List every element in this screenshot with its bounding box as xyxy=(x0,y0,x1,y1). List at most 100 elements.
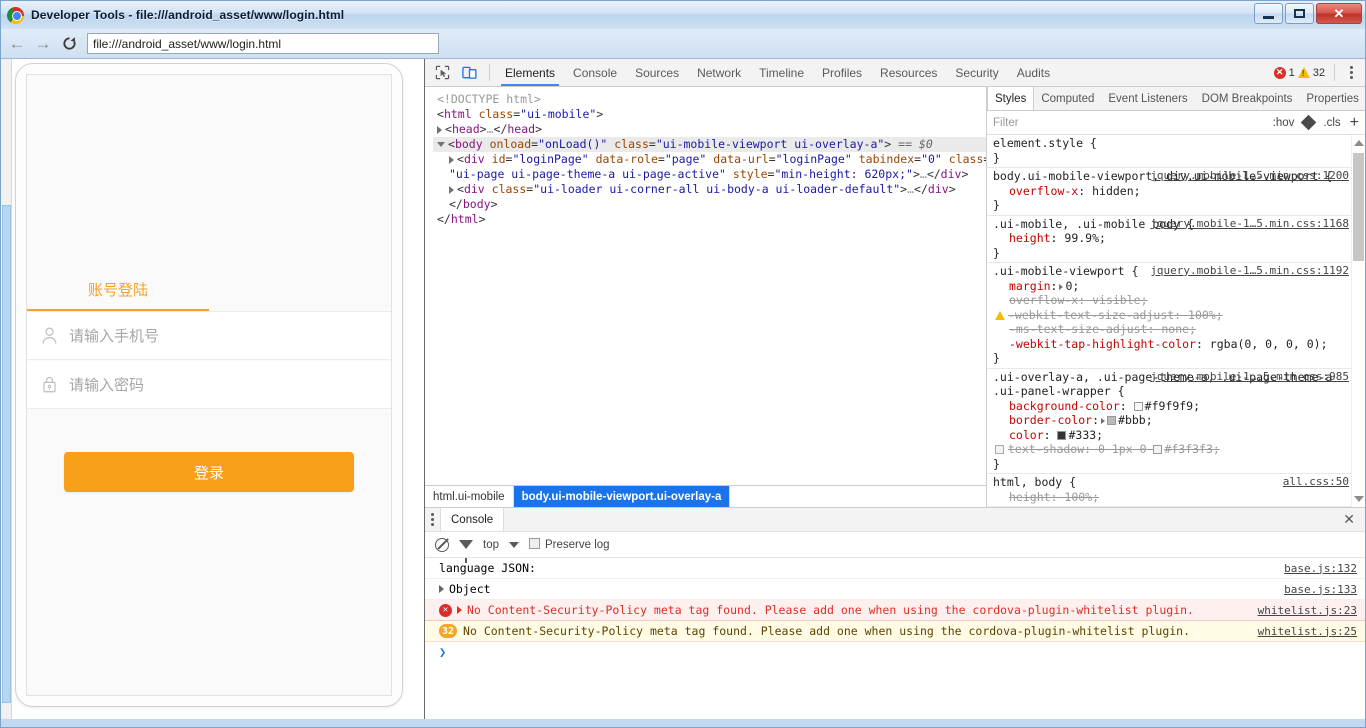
style-rule[interactable]: .ui-mobile-viewport { jquery.mobile-1…5.… xyxy=(987,263,1365,369)
style-declaration[interactable]: height: 99.9%; xyxy=(993,231,1349,246)
console-message-error[interactable]: ✕ No Content-Security-Policy meta tag fo… xyxy=(425,600,1365,621)
tab-resources[interactable]: Resources xyxy=(871,59,946,86)
back-icon[interactable]: ← xyxy=(5,32,29,56)
color-swatch[interactable] xyxy=(1057,430,1067,440)
style-rule[interactable]: element.style { } xyxy=(987,135,1365,168)
styles-scrollbar[interactable] xyxy=(1351,135,1365,507)
maximize-button[interactable] xyxy=(1285,3,1314,24)
tab-properties[interactable]: Properties xyxy=(1299,87,1365,110)
style-declaration[interactable]: overflow-x: visible; xyxy=(993,293,1349,308)
styles-rule-list[interactable]: element.style { } body.ui-mobile-viewpor… xyxy=(987,135,1365,507)
style-declaration[interactable]: color: #333; xyxy=(993,428,1349,443)
tab-computed[interactable]: Computed xyxy=(1034,87,1101,110)
chevron-down-icon[interactable] xyxy=(509,541,519,548)
dom-line[interactable]: <div class="ui-loader ui-corner-all ui-b… xyxy=(433,182,986,197)
minimize-button[interactable] xyxy=(1254,3,1283,24)
console-source-link[interactable]: whitelist.js:25 xyxy=(1258,625,1357,638)
dom-line[interactable]: <!DOCTYPE html> xyxy=(433,92,986,107)
toggle-device-toolbar-icon[interactable] xyxy=(456,60,483,86)
drawer-close-icon[interactable]: ✕ xyxy=(1333,511,1365,528)
expand-arrow-icon[interactable] xyxy=(449,155,454,164)
preserve-log-toggle[interactable]: Preserve log xyxy=(529,538,610,551)
style-origin-link[interactable]: all.css:50 xyxy=(1283,475,1349,490)
style-origin-link[interactable]: jquery.mobile-1….5.min.css:985 xyxy=(1150,370,1349,385)
viewport-scrollbar-thumb[interactable] xyxy=(2,205,11,703)
filter-icon[interactable] xyxy=(459,540,473,563)
scroll-down-icon[interactable] xyxy=(1354,496,1364,502)
error-count-badge[interactable]: ✕ 1 xyxy=(1273,66,1295,79)
style-origin-link[interactable]: jquery.mobile-1…5.min.css:1200 xyxy=(1150,169,1349,184)
password-field[interactable]: 请输入密码 xyxy=(27,361,391,409)
style-declaration[interactable]: background-color: #f9f9f9; xyxy=(993,399,1349,414)
tab-styles[interactable]: Styles xyxy=(987,87,1035,110)
color-swatch[interactable] xyxy=(1153,445,1163,454)
tab-account-login[interactable]: 账号登陆 xyxy=(27,279,209,311)
color-swatch[interactable] xyxy=(1107,416,1117,425)
style-rule[interactable]: html, body { all.css:50 height: 100%; xyxy=(987,474,1365,507)
console-message[interactable]: Object base.js:133 xyxy=(425,579,1365,600)
dom-line-selected[interactable]: <body onload="onLoad()" class="ui-mobile… xyxy=(433,137,986,152)
console-context-label[interactable]: top xyxy=(483,539,499,551)
expand-shorthand-icon[interactable] xyxy=(1101,418,1106,424)
viewport-scrollbar[interactable] xyxy=(1,59,12,719)
inspect-element-icon[interactable] xyxy=(429,60,456,86)
new-style-rule-icon[interactable] xyxy=(1301,114,1317,131)
preserve-log-checkbox[interactable] xyxy=(529,538,540,549)
styles-scrollbar-thumb[interactable] xyxy=(1353,153,1364,261)
drawer-more-icon[interactable] xyxy=(425,513,440,526)
clear-console-icon[interactable] xyxy=(435,537,449,552)
console-message-list[interactable]: language JSON: base.js:132 Object base.j… xyxy=(425,558,1365,719)
console-source-link[interactable]: base.js:133 xyxy=(1284,583,1357,596)
style-declaration[interactable]: border-color: #bbb; xyxy=(993,413,1349,428)
forward-icon[interactable]: → xyxy=(31,32,55,56)
dom-line[interactable]: <html class="ui-mobile"> xyxy=(433,107,986,122)
hov-toggle[interactable]: :hov xyxy=(1273,117,1295,129)
drawer-tab-console[interactable]: Console xyxy=(440,508,505,531)
declaration-checkbox[interactable] xyxy=(995,445,1004,454)
expand-arrow-icon[interactable] xyxy=(437,125,442,134)
tab-console[interactable]: Console xyxy=(564,59,626,86)
add-rule-icon[interactable]: + xyxy=(1350,114,1359,130)
style-origin-link[interactable]: jquery.mobile-1…5.min.css:1168 xyxy=(1150,217,1349,232)
dom-line[interactable]: <head>…</head> xyxy=(433,122,986,137)
console-source-link[interactable]: base.js:132 xyxy=(1284,562,1357,575)
tab-security[interactable]: Security xyxy=(946,59,1007,86)
style-declaration[interactable]: height: 100%; xyxy=(993,490,1349,505)
style-declaration[interactable]: -webkit-tap-highlight-color: rgba(0, 0, … xyxy=(993,337,1349,352)
tab-network[interactable]: Network xyxy=(688,59,750,86)
collapse-arrow-icon[interactable] xyxy=(437,142,445,147)
tab-timeline[interactable]: Timeline xyxy=(750,59,813,86)
expand-arrow-icon[interactable] xyxy=(457,606,462,614)
tab-elements[interactable]: Elements xyxy=(496,59,564,86)
console-prompt[interactable]: ❯ xyxy=(425,642,1365,662)
dom-tree[interactable]: <!DOCTYPE html> <html class="ui-mobile">… xyxy=(425,87,986,485)
dom-line[interactable]: </html> xyxy=(433,212,986,227)
dom-line[interactable]: "ui-page ui-page-theme-a ui-page-active"… xyxy=(433,167,986,182)
console-source-link[interactable]: whitelist.js:23 xyxy=(1258,604,1357,617)
scroll-up-icon[interactable] xyxy=(1354,140,1364,146)
style-declaration[interactable]: -ms-text-size-adjust: none; xyxy=(993,322,1349,337)
style-rule[interactable]: .ui-mobile, .ui-mobile body { jquery.mob… xyxy=(987,216,1365,263)
console-message[interactable]: language JSON: base.js:132 xyxy=(425,558,1365,579)
tab-event-listeners[interactable]: Event Listeners xyxy=(1101,87,1194,110)
tab-sources[interactable]: Sources xyxy=(626,59,688,86)
reload-icon[interactable] xyxy=(57,32,81,56)
color-swatch[interactable] xyxy=(1133,401,1143,411)
tab-audits[interactable]: Audits xyxy=(1008,59,1059,86)
console-message-warning[interactable]: 32 No Content-Security-Policy meta tag f… xyxy=(425,621,1365,642)
dom-line[interactable]: <div id="loginPage" data-role="page" dat… xyxy=(433,152,986,167)
phone-number-field[interactable]: 请输入手机号 xyxy=(27,312,391,360)
dom-line[interactable]: </body> xyxy=(433,197,986,212)
style-rule[interactable]: body.ui-mobile-viewport, div.ui-mobile-v… xyxy=(987,168,1365,216)
style-rule[interactable]: .ui-overlay-a, .ui-page-theme-a, .ui-pag… xyxy=(987,369,1365,474)
style-origin-link[interactable]: jquery.mobile-1…5.min.css:1192 xyxy=(1150,264,1349,279)
address-bar[interactable]: file:///android_asset/www/login.html xyxy=(87,33,439,54)
breadcrumb-item-html[interactable]: html.ui-mobile xyxy=(425,486,514,507)
style-declaration[interactable]: text-shadow: 0 1px 0 #f3f3f3; xyxy=(993,442,1349,457)
warning-count-badge[interactable]: 32 xyxy=(1297,67,1325,79)
devtools-more-icon[interactable] xyxy=(1344,66,1359,79)
tab-profiles[interactable]: Profiles xyxy=(813,59,871,86)
style-declaration[interactable]: -webkit-text-size-adjust: 100%; xyxy=(993,308,1349,323)
expand-shorthand-icon[interactable] xyxy=(1059,283,1064,290)
styles-filter-input[interactable]: Filter xyxy=(993,117,1264,129)
